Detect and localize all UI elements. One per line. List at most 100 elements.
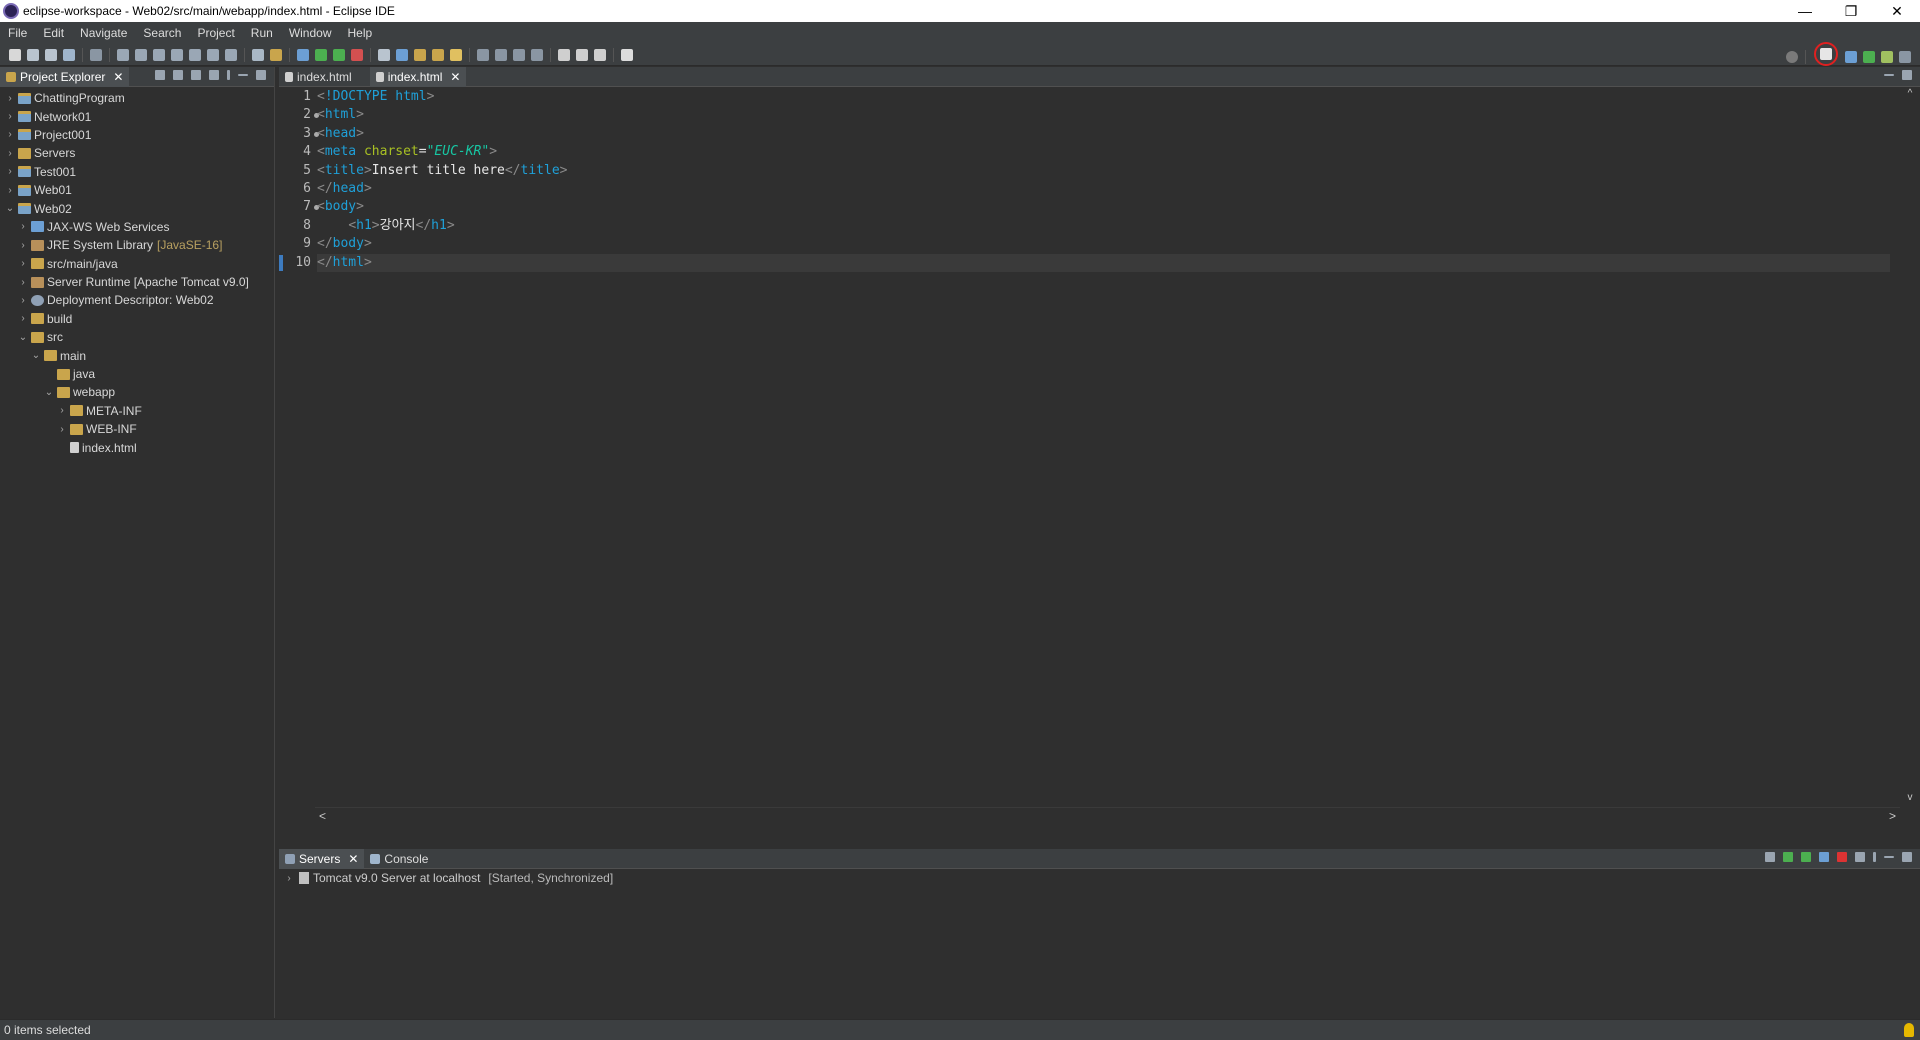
java-ee-perspective-icon[interactable]: [1845, 51, 1857, 63]
code-editor[interactable]: 1 2 3 4 5 6 7 8 9 10 <!DOCTYPE html> <html> <head> <…: [279, 88, 1920, 823]
menu-project[interactable]: Project: [189, 22, 242, 44]
tree-item[interactable]: › Project001: [0, 126, 274, 144]
collapse-chevron-icon[interactable]: ⌄: [43, 387, 55, 398]
close-window-button[interactable]: ✕: [1874, 0, 1920, 22]
code-line[interactable]: <!DOCTYPE html>: [317, 88, 1890, 106]
tab-console[interactable]: Console: [364, 849, 434, 869]
expand-chevron-icon[interactable]: ›: [17, 277, 29, 288]
search-icon[interactable]: [1786, 51, 1798, 63]
code-line[interactable]: </html>: [317, 253, 1890, 272]
menu-edit[interactable]: Edit: [35, 22, 72, 44]
stop-server-icon[interactable]: [1837, 852, 1847, 862]
next-annotation-icon[interactable]: [513, 48, 525, 61]
server-row[interactable]: › Tomcat v9.0 Server at localhost [Start…: [279, 869, 1920, 887]
disconnect-icon[interactable]: [171, 48, 183, 61]
expand-chevron-icon[interactable]: ›: [283, 873, 295, 884]
tree-item[interactable]: › Deployment Descriptor: Web02: [0, 291, 274, 309]
search-tool-icon[interactable]: [450, 48, 462, 61]
tree-item[interactable]: › META-INF: [0, 402, 274, 420]
suspend-icon[interactable]: [135, 48, 147, 61]
collapse-all-icon[interactable]: [155, 70, 165, 80]
tree-item[interactable]: › JRE System Library [JavaSE-16]: [0, 236, 274, 254]
tree-item[interactable]: › build: [0, 310, 274, 328]
expand-chevron-icon[interactable]: ›: [4, 185, 16, 196]
coverage-icon[interactable]: [333, 48, 345, 61]
code-line[interactable]: </head>: [317, 180, 1890, 198]
step-over-icon[interactable]: [207, 48, 219, 61]
tree-item[interactable]: › Servers: [0, 144, 274, 162]
expand-chevron-icon[interactable]: ›: [4, 129, 16, 140]
last-edit-icon[interactable]: [558, 48, 570, 61]
publish-server-icon[interactable]: [1855, 852, 1865, 862]
debug-server-icon[interactable]: [1783, 852, 1793, 862]
git-perspective-icon[interactable]: [1899, 51, 1911, 63]
tree-item[interactable]: › Test001: [0, 163, 274, 181]
tab-index-html-2[interactable]: index.html ✕: [369, 66, 467, 87]
terminate-icon[interactable]: [153, 48, 165, 61]
expand-chevron-icon[interactable]: ›: [17, 313, 29, 324]
terminal-icon[interactable]: [63, 48, 75, 61]
close-tab-button[interactable]: ✕: [450, 70, 460, 84]
tree-item[interactable]: › Server Runtime [Apache Tomcat v9.0]: [0, 273, 274, 291]
code-line[interactable]: <meta charset="EUC-KR">: [317, 143, 1890, 161]
minimize-view-icon[interactable]: [238, 74, 248, 76]
save-icon[interactable]: [27, 48, 39, 61]
menu-run[interactable]: Run: [243, 22, 281, 44]
java-perspective-icon[interactable]: [1863, 51, 1875, 63]
maximize-view-icon[interactable]: [1902, 852, 1912, 862]
code-line[interactable]: <head>: [317, 125, 1890, 143]
expand-chevron-icon[interactable]: ›: [17, 295, 29, 306]
new-icon[interactable]: [9, 48, 21, 61]
collapse-icon[interactable]: [1765, 852, 1775, 862]
code-line[interactable]: <h1>강아지</h1>: [317, 217, 1890, 235]
expand-chevron-icon[interactable]: ›: [4, 148, 16, 159]
back-icon[interactable]: [576, 48, 588, 61]
maximize-view-icon[interactable]: [256, 70, 266, 80]
pin-editor-icon[interactable]: [621, 48, 633, 61]
expand-chevron-icon[interactable]: ›: [17, 240, 29, 251]
debug-perspective-icon[interactable]: [1881, 51, 1893, 63]
tree-item[interactable]: ⌄ Web02: [0, 199, 274, 217]
view-menu-icon[interactable]: [1873, 852, 1876, 862]
scroll-right-icon[interactable]: >: [1889, 809, 1896, 823]
minimize-view-icon[interactable]: [1884, 856, 1894, 858]
debug-icon[interactable]: [297, 48, 309, 61]
tab-index-html-1[interactable]: index.html: [279, 67, 358, 87]
code-line[interactable]: <title>Insert title here</title>: [317, 162, 1890, 180]
view-menu-icon[interactable]: [227, 70, 230, 80]
menu-window[interactable]: Window: [281, 22, 340, 44]
code-line[interactable]: <html>: [317, 106, 1890, 124]
focus-icon[interactable]: [209, 70, 219, 80]
external-tools-icon[interactable]: [351, 48, 363, 61]
open-task-icon[interactable]: [432, 48, 444, 61]
filter-icon[interactable]: [191, 70, 201, 80]
publish-icon[interactable]: [270, 48, 282, 61]
vertical-scrollbar[interactable]: ^ v: [1902, 88, 1918, 803]
tree-item[interactable]: › src/main/java: [0, 255, 274, 273]
menu-search[interactable]: Search: [135, 22, 189, 44]
resume-icon[interactable]: [117, 48, 129, 61]
step-return-icon[interactable]: [225, 48, 237, 61]
expand-chevron-icon[interactable]: ›: [4, 111, 16, 122]
close-tab-button[interactable]: ✕: [113, 70, 123, 84]
tab-servers[interactable]: Servers ✕: [279, 848, 365, 869]
toggle-mark-icon[interactable]: [477, 48, 489, 61]
tree-item[interactable]: ⌄ src: [0, 328, 274, 346]
collapse-chevron-icon[interactable]: ⌄: [30, 350, 42, 361]
expand-chevron-icon[interactable]: ›: [17, 258, 29, 269]
menu-help[interactable]: Help: [340, 22, 381, 44]
maximize-editor-icon[interactable]: [1902, 70, 1912, 80]
tree-item[interactable]: java: [0, 365, 274, 383]
new-package-icon[interactable]: [396, 48, 408, 61]
annotation-icon[interactable]: [495, 48, 507, 61]
tree-item[interactable]: ⌄ webapp: [0, 383, 274, 401]
expand-chevron-icon[interactable]: ›: [56, 424, 68, 435]
tree-item[interactable]: › ChattingProgram: [0, 89, 274, 107]
menu-file[interactable]: File: [0, 22, 35, 44]
tree-item[interactable]: › JAX-WS Web Services: [0, 218, 274, 236]
restore-button[interactable]: ❐: [1828, 0, 1874, 22]
forward-icon[interactable]: [594, 48, 606, 61]
minimize-editor-icon[interactable]: [1884, 74, 1894, 76]
tip-lightbulb-icon[interactable]: [1904, 1023, 1914, 1037]
tab-project-explorer[interactable]: Project Explorer ✕: [0, 66, 130, 87]
